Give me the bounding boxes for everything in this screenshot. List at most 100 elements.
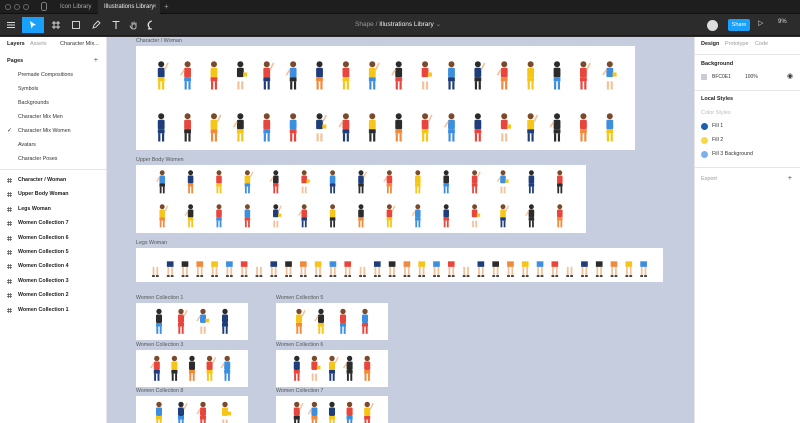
character-illustration[interactable] (415, 170, 421, 194)
layer-item[interactable]: Character / Woman (0, 173, 106, 187)
character-illustration[interactable] (156, 170, 165, 194)
character-illustration[interactable] (221, 401, 232, 423)
character-illustration[interactable] (181, 261, 189, 277)
tab-prototype[interactable]: Prototype (725, 41, 749, 47)
character-illustration[interactable] (492, 261, 499, 277)
frame-label[interactable]: Women Collection 1 (136, 295, 183, 301)
character-illustration[interactable] (602, 61, 617, 90)
figma-home-icon[interactable] (40, 2, 48, 11)
character-illustration[interactable] (496, 61, 508, 90)
character-illustration[interactable] (216, 170, 222, 194)
character-illustration[interactable] (339, 308, 347, 334)
character-illustration[interactable] (152, 261, 159, 277)
character-illustration[interactable] (421, 113, 433, 142)
artboard-frame[interactable] (136, 165, 586, 233)
character-illustration[interactable] (184, 204, 194, 228)
character-illustration[interactable] (211, 261, 218, 277)
character-illustration[interactable] (549, 113, 561, 142)
character-illustration[interactable] (580, 113, 587, 142)
character-illustration[interactable] (346, 401, 353, 423)
character-illustration[interactable] (184, 113, 191, 142)
character-illustration[interactable] (314, 261, 322, 277)
character-illustration[interactable] (316, 113, 328, 142)
character-illustration[interactable] (403, 261, 411, 277)
character-illustration[interactable] (187, 170, 194, 194)
zoom-window-icon[interactable] (23, 4, 29, 10)
tab-illustrations-library[interactable]: Illustrations Library ✕ (98, 0, 160, 14)
artboard-frame[interactable] (136, 46, 635, 150)
character-illustration[interactable] (150, 355, 160, 381)
character-illustration[interactable] (210, 61, 218, 90)
character-illustration[interactable] (328, 401, 336, 423)
character-illustration[interactable] (500, 204, 510, 228)
character-illustration[interactable] (311, 355, 321, 381)
character-illustration[interactable] (361, 308, 369, 334)
character-illustration[interactable] (316, 61, 323, 90)
character-illustration[interactable] (244, 204, 251, 228)
character-illustration[interactable] (447, 261, 455, 277)
zoom-dropdown[interactable]: 9% (778, 19, 787, 25)
page-item[interactable]: Avatars (0, 138, 106, 152)
layer-item[interactable]: Women Collection 5 (0, 245, 106, 259)
minimize-window-icon[interactable] (14, 4, 20, 10)
character-illustration[interactable] (270, 261, 278, 277)
comment-tool-icon[interactable] (142, 17, 162, 33)
layer-item[interactable]: Women Collection 6 (0, 231, 106, 245)
move-tool-icon[interactable] (22, 17, 44, 33)
character-illustration[interactable] (525, 204, 535, 228)
present-play-icon[interactable]: ▷ (758, 19, 763, 27)
character-illustration[interactable] (553, 61, 561, 90)
character-illustration[interactable] (196, 261, 204, 277)
layer-item[interactable]: Women Collection 4 (0, 259, 106, 273)
character-illustration[interactable] (496, 170, 509, 194)
character-illustration[interactable] (226, 261, 233, 277)
artboard-frame[interactable] (136, 303, 248, 340)
text-tool-icon[interactable] (106, 17, 126, 33)
character-illustration[interactable] (329, 204, 336, 228)
page-item[interactable]: ✓ Character Mix Women (0, 124, 106, 138)
character-illustration[interactable] (421, 61, 432, 90)
character-illustration[interactable] (269, 170, 279, 194)
character-illustration[interactable] (448, 61, 455, 90)
artboard-frame[interactable] (136, 350, 248, 387)
character-illustration[interactable] (477, 261, 485, 277)
character-illustration[interactable] (386, 204, 396, 228)
artboard-frame[interactable] (276, 303, 388, 340)
frame-label[interactable]: Women Collection 5 (276, 295, 323, 301)
character-illustration[interactable] (293, 355, 300, 381)
character-illustration[interactable] (171, 355, 178, 381)
character-illustration[interactable] (338, 113, 350, 142)
character-illustration[interactable] (411, 204, 421, 228)
character-illustration[interactable] (462, 261, 470, 277)
character-illustration[interactable] (557, 204, 563, 228)
character-illustration[interactable] (433, 261, 440, 277)
artboard-frame[interactable] (276, 396, 388, 423)
character-illustration[interactable] (188, 355, 196, 381)
background-hex[interactable]: BFC0E1 (712, 74, 731, 80)
character-illustration[interactable] (581, 261, 588, 277)
character-illustration[interactable] (210, 113, 222, 142)
character-illustration[interactable] (293, 401, 304, 423)
page-item[interactable]: Character Poses (0, 152, 106, 166)
character-illustration[interactable] (640, 261, 647, 277)
character-illustration[interactable] (307, 401, 318, 423)
character-illustration[interactable] (388, 261, 396, 277)
character-illustration[interactable] (474, 113, 482, 142)
share-button[interactable]: Share (728, 19, 750, 31)
tab-icon-library[interactable]: Icon Library (54, 0, 98, 14)
artboard-frame[interactable] (276, 350, 388, 387)
character-illustration[interactable] (263, 113, 271, 142)
character-illustration[interactable] (221, 308, 229, 334)
character-illustration[interactable] (595, 261, 603, 277)
layer-item[interactable]: Women Collection 2 (0, 288, 106, 302)
character-illustration[interactable] (232, 113, 244, 142)
character-illustration[interactable] (298, 204, 307, 228)
character-illustration[interactable] (344, 261, 352, 277)
character-illustration[interactable] (368, 113, 376, 142)
frame-label[interactable]: Women Collection 7 (276, 388, 323, 394)
character-illustration[interactable] (606, 113, 614, 142)
character-illustration[interactable] (359, 261, 366, 277)
character-illustration[interactable] (358, 204, 364, 228)
character-illustration[interactable] (471, 204, 481, 228)
character-illustration[interactable] (536, 261, 544, 277)
